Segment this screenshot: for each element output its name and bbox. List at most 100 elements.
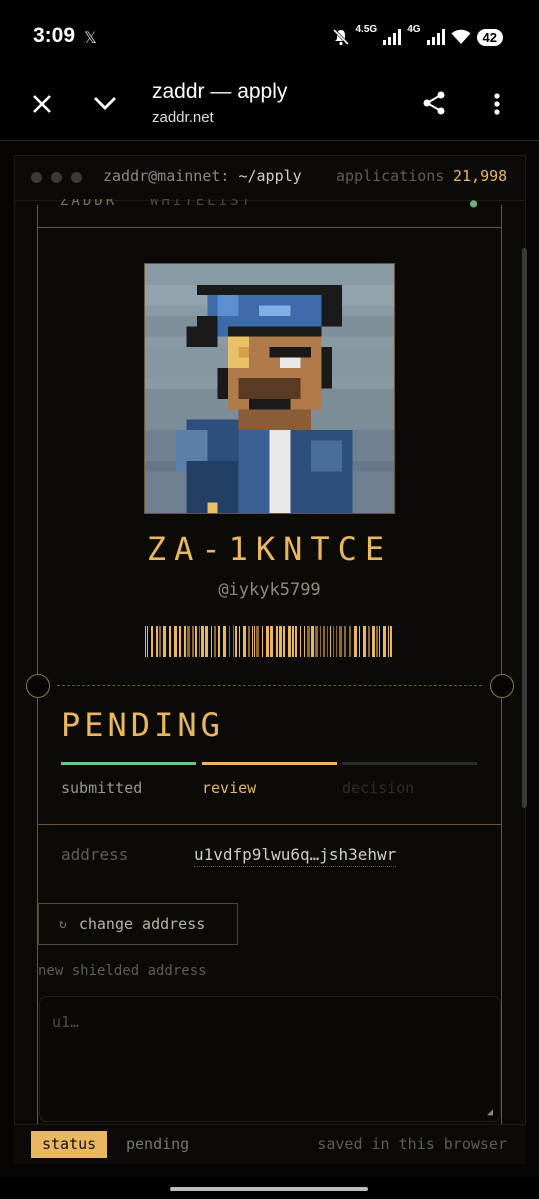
barcode-bar [229,626,230,657]
barcode [145,626,392,657]
barcode-bar [279,626,282,657]
barcode-bar [368,626,370,657]
application-status: PENDING [61,706,224,744]
barcode-bar [262,626,263,657]
barcode-bar [145,626,146,657]
chevron-down-icon[interactable] [92,94,118,112]
step-bar-decision [342,762,477,765]
barcode-bar [323,626,325,657]
scrollbar[interactable] [522,248,527,808]
address-value[interactable]: u1vdfp9lwu6q…jsh3ehwr [194,845,397,867]
barcode-bar [336,626,337,657]
barcode-bar [330,626,331,657]
barcode-bar [211,626,212,657]
address-label: address [61,845,129,864]
new-address-input[interactable] [39,996,501,1122]
step-label-decision: decision [342,779,415,797]
barcode-bar [304,626,305,657]
step-bar-submitted [61,762,196,765]
close-icon[interactable] [31,93,53,115]
toolbar-divider [0,140,539,141]
change-address-label: change address [78,915,206,933]
gesture-handle[interactable] [170,1187,368,1191]
window-dot-icon [31,172,42,183]
barcode-bar [239,626,240,657]
barcode-bar [174,626,177,657]
battery-indicator: 42 [476,28,503,46]
barcode-bar [248,626,250,657]
barcode-bar [344,626,346,657]
wifi-icon [451,29,471,44]
barcode-bar [223,626,226,657]
page-url[interactable]: zaddr.net [152,109,214,126]
barcode-bar [163,626,166,657]
prompt-user-host: zaddr@mainnet: [103,167,230,185]
share-icon[interactable] [421,90,447,116]
barcode-bar [288,626,291,657]
ticket-notch-left [26,674,50,698]
page-title: zaddr — apply [152,80,288,103]
avatar [144,263,395,514]
barcode-bar [339,626,342,657]
barcode-bar [199,626,200,657]
more-vert-icon[interactable] [491,92,503,116]
barcode-bar [266,626,269,657]
step-label-review: review [202,779,257,797]
barcode-bar [256,626,259,657]
applications-count: 21,998 [453,167,508,185]
barcode-bar [169,626,171,657]
refresh-icon: ↻ [59,916,67,932]
resize-handle-icon[interactable]: ◢ [487,1107,493,1118]
barcode-bar [349,626,351,657]
prompt-path: ~/apply [238,167,302,185]
barcode-bar [156,626,158,657]
barcode-bar [359,626,360,657]
status-icons: 4.5G 4G 42 [332,24,503,50]
mute-icon [332,28,349,46]
barcode-bar [252,626,253,657]
barcode-bar [276,626,278,657]
network-label-1: 4.5G [355,24,378,35]
barcode-bar [376,626,378,657]
barcode-bar [383,626,386,657]
perforation-line [57,685,482,686]
signal-icon-1 [383,29,402,45]
window-dot-icon [51,172,62,183]
barcode-bar [233,626,234,657]
barcode-bar [205,626,208,657]
barcode-bar [372,626,375,657]
barcode-bar [320,626,321,657]
barcode-bar [300,626,301,657]
barcode-bar [184,626,186,657]
ticket-notch-right [490,674,514,698]
barcode-bar [192,626,194,657]
x-app-notification-icon: 𝕏 [84,28,97,47]
barcode-bar [390,626,392,657]
barcode-bar [218,626,220,657]
barcode-bar [151,626,153,657]
change-address-button[interactable]: ↻ change address [38,903,238,945]
barcode-bar [254,626,255,657]
barcode-bar [187,626,190,657]
clock: 3:09 [33,24,76,47]
barcode-bar [243,626,246,657]
barcode-bar [311,626,314,657]
signal-icon-2 [426,29,445,45]
footer-tab-status[interactable]: status [31,1131,108,1158]
applications-label: applications [336,167,445,185]
barcode-bar [195,626,197,657]
barcode-bar [270,626,273,657]
barcode-bar [315,626,318,657]
card-divider [37,824,502,825]
barcode-bar [307,626,310,657]
barcode-bar [214,626,216,657]
barcode-bar [363,626,366,657]
barcode-bar [201,626,204,657]
footer-state: pending [126,1135,190,1153]
terminal-prompt: zaddr@mainnet: ~/apply [103,167,302,185]
card-id: ZA-1KNTCE [146,530,393,568]
new-address-label: new shielded address [38,963,207,979]
barcode-bar [159,626,161,657]
barcode-bar [283,626,285,657]
step-bar-review [202,762,337,765]
